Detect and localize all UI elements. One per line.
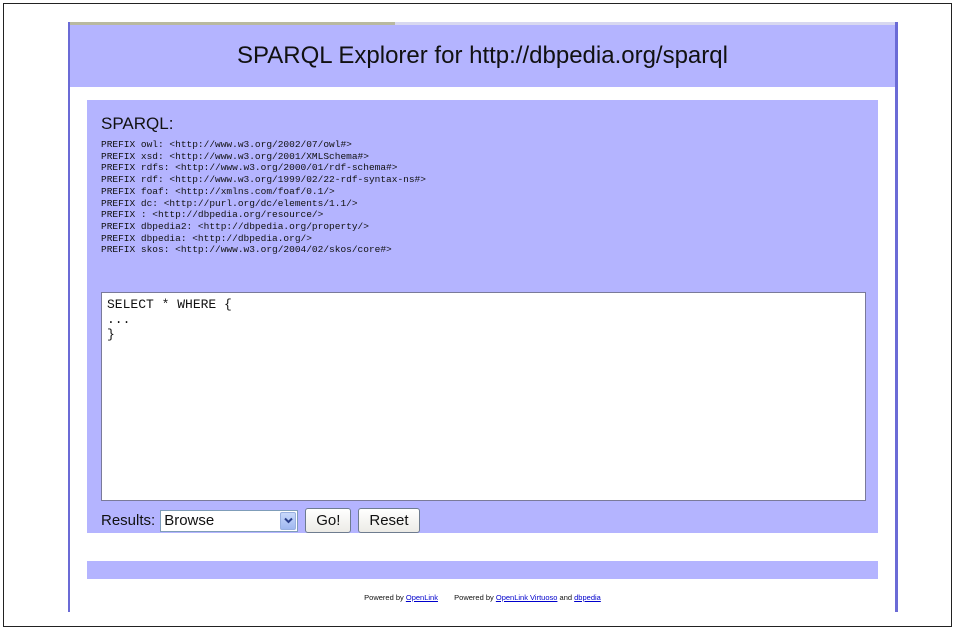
sparql-query-textarea[interactable]: SELECT * WHERE { ... } xyxy=(101,292,866,501)
reset-button[interactable]: Reset xyxy=(358,508,420,533)
results-controls: Results: Browse Go! Reset xyxy=(101,508,420,533)
openlink-virtuoso-link[interactable]: OpenLink Virtuoso xyxy=(496,593,558,602)
prefix-line: PREFIX dbpedia2: <http://dbpedia.org/pro… xyxy=(101,220,369,232)
footer: Powered by OpenLink Powered by OpenLink … xyxy=(70,593,895,602)
prefix-line: PREFIX foaf: <http://xmlns.com/foaf/0.1/… xyxy=(101,185,335,197)
results-label: Results: xyxy=(101,512,156,529)
prefix-line: PREFIX dbpedia: <http://dbpedia.org/> xyxy=(101,232,312,244)
page-title: SPARQL Explorer for http://dbpedia.org/s… xyxy=(237,42,728,69)
openlink-link[interactable]: OpenLink xyxy=(406,593,438,602)
query-form-panel: SPARQL: PREFIX owl: <http://www.w3.org/2… xyxy=(87,100,878,533)
and-text: and xyxy=(559,593,573,602)
prefix-line: PREFIX rdf: <http://www.w3.org/1999/02/2… xyxy=(101,174,426,186)
powered-by-text: Powered by xyxy=(364,593,404,602)
bottom-bar xyxy=(87,561,878,579)
page-header: SPARQL Explorer for http://dbpedia.org/s… xyxy=(70,25,895,87)
results-format-value: Browse xyxy=(164,511,215,529)
prefix-line: PREFIX : <http://dbpedia.org/resource/> xyxy=(101,209,324,221)
prefix-line: PREFIX xsd: <http://www.w3.org/2001/XMLS… xyxy=(101,150,369,162)
dbpedia-link[interactable]: dbpedia xyxy=(574,593,601,602)
page-container: SPARQL Explorer for http://dbpedia.org/s… xyxy=(68,22,898,612)
go-button[interactable]: Go! xyxy=(305,508,352,533)
powered-by-text: Powered by xyxy=(454,593,494,602)
chevron-down-icon[interactable] xyxy=(280,511,297,530)
prefix-line: PREFIX dc: <http://purl.org/dc/elements/… xyxy=(101,197,358,209)
prefix-list: PREFIX owl: <http://www.w3.org/2002/07/o… xyxy=(101,139,426,256)
prefix-line: PREFIX owl: <http://www.w3.org/2002/07/o… xyxy=(101,139,352,150)
prefix-line: PREFIX skos: <http://www.w3.org/2004/02/… xyxy=(101,244,392,256)
results-format-select[interactable]: Browse xyxy=(160,509,299,532)
sparql-label: SPARQL: xyxy=(101,114,174,133)
prefix-line: PREFIX rdfs: <http://www.w3.org/2000/01/… xyxy=(101,162,398,174)
